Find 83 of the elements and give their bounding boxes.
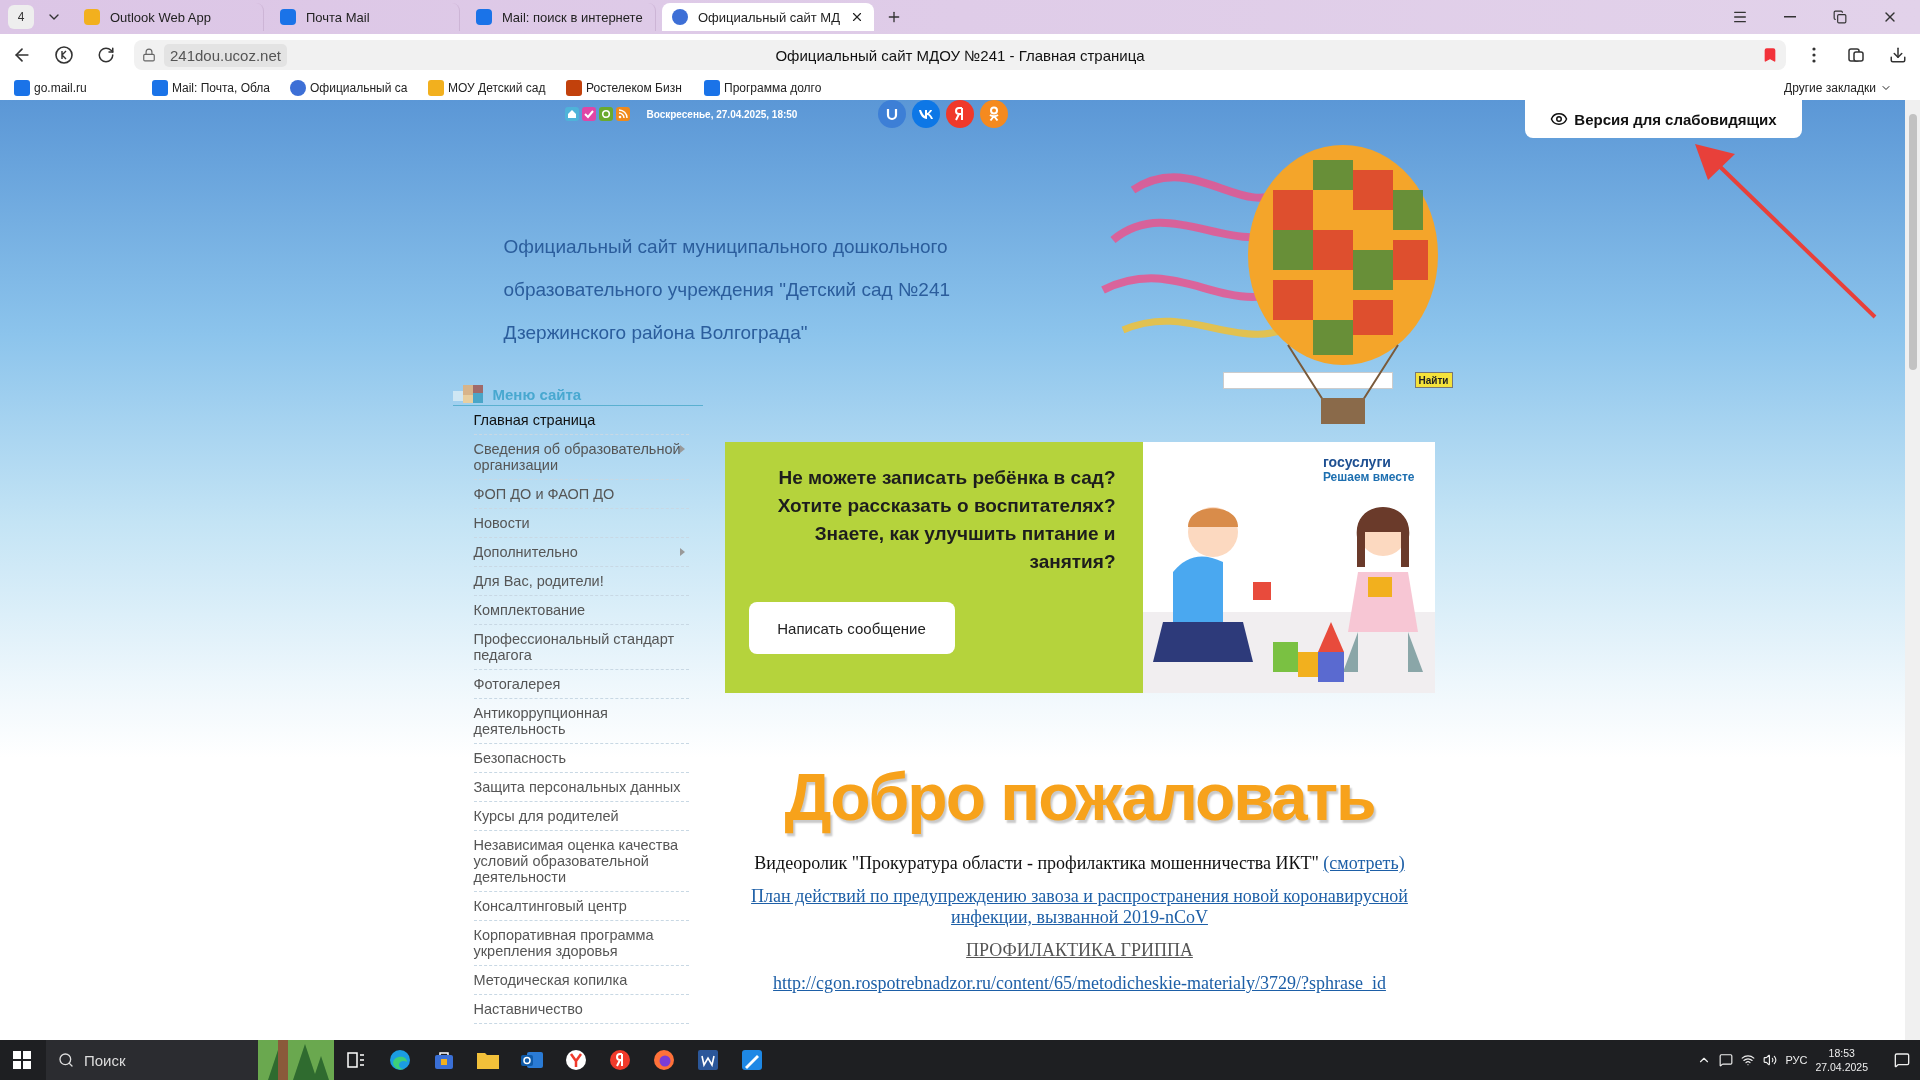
browser-tab[interactable]: Официальный сайт МД bbox=[662, 3, 874, 31]
more-icon bbox=[1812, 47, 1816, 63]
refresh-icon[interactable] bbox=[598, 107, 613, 121]
menu-item[interactable]: Наставничество bbox=[473, 995, 689, 1024]
banner-text: Хотите рассказать о воспитателях? bbox=[777, 494, 1116, 518]
bookmark-link[interactable]: go.mail.ru bbox=[14, 80, 142, 96]
menu-item[interactable]: Методическая копилка bbox=[473, 966, 689, 995]
brand-logo: госуслуги bbox=[1322, 454, 1392, 470]
site-title: образовательного учреждения "Детский сад №241 bbox=[503, 278, 952, 302]
menu-item[interactable]: Новости bbox=[473, 509, 689, 538]
network-icon[interactable] bbox=[1741, 1053, 1756, 1067]
menu-item[interactable]: Фотогалерея bbox=[473, 670, 689, 699]
share-icon[interactable] bbox=[980, 100, 1009, 128]
site-logo-icon bbox=[290, 80, 306, 96]
eye-icon bbox=[1550, 110, 1569, 128]
menu-item[interactable]: Защита персональных данных bbox=[473, 773, 689, 802]
menu-item[interactable]: Сведения об образовательной организации bbox=[473, 435, 689, 480]
banner-text: Не можете записать ребёнка в сад? bbox=[778, 466, 1116, 490]
document-link[interactable]: План действий по предупреждению завоза и распространения новой коронавирусной инфекции, вызванной 2019-nCoV bbox=[724, 886, 1435, 928]
reload-icon bbox=[97, 46, 115, 64]
rss-icon[interactable] bbox=[615, 107, 630, 121]
menu-item[interactable]: Корпоративная программа укрепления здоровья bbox=[473, 921, 689, 966]
menu-title: Меню сайта bbox=[492, 385, 582, 403]
menu-item[interactable]: Главная страница bbox=[473, 406, 689, 435]
watch-link[interactable]: (смотреть) bbox=[1323, 853, 1405, 873]
clock[interactable]: 18:53 27.04.2025 bbox=[1815, 1046, 1868, 1074]
bookmark-icon[interactable] bbox=[1762, 47, 1778, 63]
menu-item[interactable]: Для Вас, родители! bbox=[473, 567, 689, 596]
chat-icon[interactable] bbox=[1719, 1053, 1734, 1067]
brand-tagline: Решаем вместе bbox=[1322, 470, 1415, 484]
browser-tab[interactable]: Mail: поиск в интернете bbox=[466, 3, 656, 31]
restore-icon bbox=[1833, 10, 1847, 24]
address-bar[interactable]: 241dou.ucoz.net Официальный сайт МДОУ №241 - Главная страница bbox=[134, 40, 1786, 70]
share-icon[interactable] bbox=[878, 100, 907, 128]
menu-item[interactable]: Курсы для родителей bbox=[473, 802, 689, 831]
video-note: Видеоролик "Прокуратура области - профилактика мошенничества ИКТ" (смотреть) bbox=[754, 853, 1405, 874]
notifications-icon[interactable] bbox=[1894, 1052, 1910, 1068]
lock-icon bbox=[142, 48, 156, 62]
language-indicator[interactable]: РУС bbox=[1785, 1054, 1808, 1066]
date-time: Воскресенье, 27.04.2025, 18:50 bbox=[646, 108, 798, 120]
menu-item[interactable]: ФОП ДО и ФАОП ДО bbox=[473, 480, 689, 509]
page-title: Официальный сайт МДОУ №241 - Главная страница bbox=[775, 46, 1145, 64]
check-icon[interactable] bbox=[581, 107, 596, 121]
accessibility-button[interactable]: Версия для слабовидящих bbox=[1525, 100, 1802, 138]
browser-logo-icon bbox=[54, 45, 74, 65]
menu-item[interactable]: Комплектование bbox=[473, 596, 689, 625]
menu-item[interactable]: Безопасность bbox=[473, 744, 689, 773]
menu-item[interactable]: Независимая оценка качества условий образовательной деятельности bbox=[473, 831, 689, 892]
download-icon bbox=[1889, 46, 1907, 64]
bookmark-link[interactable]: Mail: Почта, Обла bbox=[152, 80, 280, 96]
site-logo-icon bbox=[672, 9, 688, 25]
site-title: Официальный сайт муниципального дошкольного bbox=[503, 235, 949, 259]
flu-link[interactable]: ПРОФИЛАКТИКА ГРИППА bbox=[966, 940, 1193, 961]
url-text: 241dou.ucoz.net bbox=[164, 43, 287, 67]
menu-item[interactable]: Профессиональный стандарт педагога bbox=[473, 625, 689, 670]
find-button[interactable]: Найти bbox=[1414, 372, 1453, 388]
document-link[interactable]: http://cgon.rospotrebnadzor.ru/content/65/metodicheskie-materialy/3729/?sphrase_id bbox=[773, 973, 1386, 994]
menu-item[interactable]: Дополнительно bbox=[473, 538, 689, 567]
browser-tab[interactable]: Outlook Web App bbox=[74, 3, 264, 31]
search-field[interactable] bbox=[1222, 371, 1393, 389]
share-icon[interactable] bbox=[912, 100, 941, 128]
welcome-heading: Добро пожаловать bbox=[783, 759, 1376, 835]
banner-text: Знаете, как улучшить питание и bbox=[814, 522, 1116, 546]
menu-item[interactable]: Антикоррупционная деятельность bbox=[473, 699, 689, 744]
scrollbar-thumb[interactable] bbox=[1908, 114, 1917, 370]
write-message-button[interactable]: Написать сообщение bbox=[748, 602, 955, 654]
other-bookmarks-button[interactable]: Другие закладки bbox=[1784, 81, 1892, 95]
volume-icon[interactable] bbox=[1763, 1053, 1778, 1067]
menu-item[interactable]: Консалтинговый центр bbox=[473, 892, 689, 921]
menu-icon bbox=[1732, 9, 1748, 25]
home-icon[interactable] bbox=[564, 107, 579, 121]
browser-tab[interactable]: Почта Mail bbox=[270, 3, 460, 31]
collections-icon bbox=[1846, 45, 1866, 65]
bookmark-link[interactable]: МОУ Детский сад bbox=[428, 80, 556, 96]
share-icon[interactable] bbox=[946, 100, 975, 128]
banner-text: занятия? bbox=[1029, 550, 1116, 574]
bookmark-link[interactable]: Программа долго bbox=[704, 80, 832, 96]
bookmark-link[interactable]: Официальный са bbox=[290, 80, 418, 96]
site-title: Дзержинского района Волгограда" bbox=[503, 321, 809, 345]
minimize-icon bbox=[1784, 16, 1796, 18]
tab-counter[interactable]: 4 bbox=[8, 5, 34, 29]
taskbar-search[interactable]: Поиск bbox=[46, 1040, 334, 1080]
bookmark-link[interactable]: Ростелеком Бизн bbox=[566, 80, 694, 96]
